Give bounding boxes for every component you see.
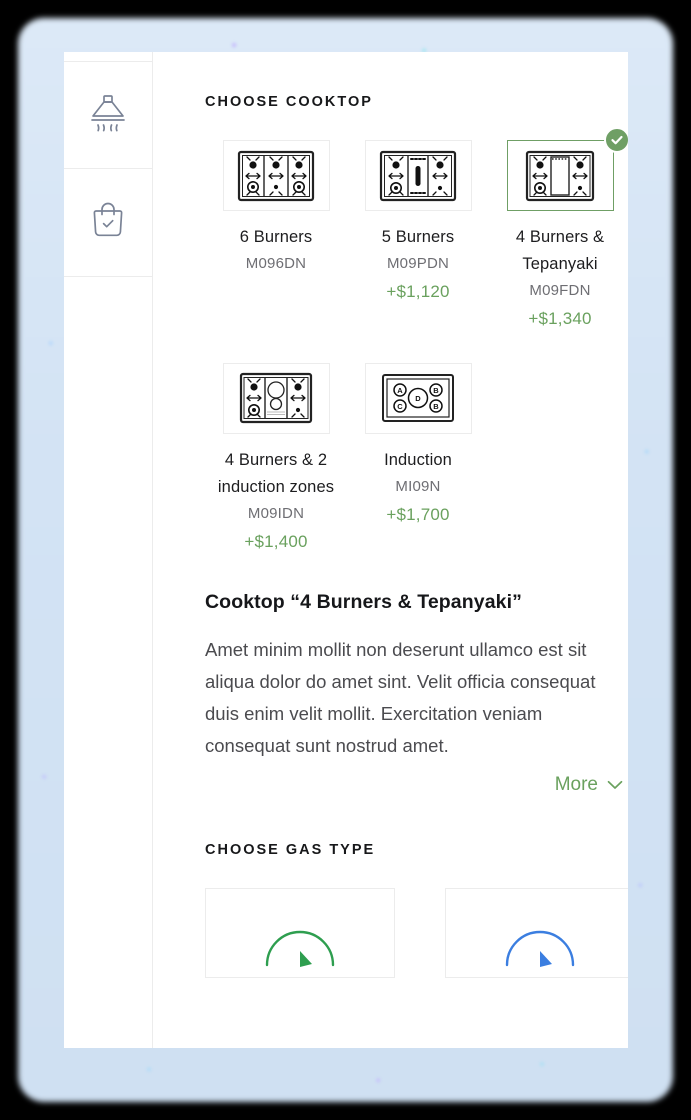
option-name: 5 Burners xyxy=(381,228,455,246)
option-thumbnail xyxy=(364,140,472,211)
option-card-induction[interactable]: A B C D B Induction MI09N +$1,700 xyxy=(347,362,489,562)
option-price: +$1,120 xyxy=(386,282,450,302)
option-card-6-burners[interactable]: 6 Burners M096DN xyxy=(205,140,347,339)
sidebar-item-range-hood[interactable] xyxy=(64,61,152,169)
option-name: 4 Burners & 2 induction zones xyxy=(217,450,335,496)
configurator-page: CHOOSE COOKTOP 6 Burners M096DN 5 Burner… xyxy=(64,52,628,1048)
option-price: +$1,340 xyxy=(528,309,592,329)
option-name: 4 Burners & Tepanyaki xyxy=(515,228,605,274)
option-thumbnail xyxy=(222,362,330,434)
option-price: +$1,700 xyxy=(386,504,450,524)
description-body: Amet minim mollit non deserunt ullamco e… xyxy=(205,639,596,756)
thumb-wrap: A B C D B xyxy=(364,362,472,434)
option-thumbnail: A B C D B xyxy=(364,362,472,434)
cooktop-4burners-2induction-icon xyxy=(239,373,313,424)
option-card-empty xyxy=(489,363,628,562)
option-card-5-burners[interactable]: 5 Burners M09PDN +$1,120 xyxy=(347,140,489,339)
selected-check-badge xyxy=(603,127,628,153)
option-sku: M09FDN xyxy=(529,282,591,300)
cooktop-5-burners-icon xyxy=(379,150,457,201)
cooktop-options-row-2: 4 Burners & 2 induction zones M09IDN +$1… xyxy=(205,362,628,562)
check-icon xyxy=(610,135,623,145)
cooktop-6-burners-icon xyxy=(237,150,315,201)
gas-gauge-green-icon xyxy=(265,930,335,967)
option-thumbnail xyxy=(506,140,614,211)
thumb-wrap xyxy=(222,362,330,434)
gas-gauge-blue-icon xyxy=(505,930,575,967)
more-label: More xyxy=(554,773,598,795)
section-title-gas-type: CHOOSE GAS TYPE xyxy=(205,841,376,858)
option-price: +$1,400 xyxy=(244,532,308,552)
option-sku: M096DN xyxy=(245,255,307,273)
option-card-tepanyaki[interactable]: 4 Burners & Tepanyaki M09FDN +$1,340 xyxy=(489,127,628,339)
cooktop-description: Cooktop “4 Burners & Tepanyaki” Amet min… xyxy=(205,591,628,795)
option-name: Induction xyxy=(384,450,452,469)
gas-option-lpg[interactable] xyxy=(445,887,628,978)
svg-text:C: C xyxy=(397,402,403,411)
chevron-down-icon xyxy=(607,780,623,789)
range-hood-icon xyxy=(85,92,131,139)
more-button[interactable]: More xyxy=(555,774,623,796)
svg-text:B: B xyxy=(433,402,439,411)
cooktop-options-row-1: 6 Burners M096DN 5 Burners M09PDN +$1,12… xyxy=(205,127,628,339)
svg-text:A: A xyxy=(397,386,403,395)
option-sku: MI09N xyxy=(395,477,441,495)
gas-type-section: CHOOSE GAS TYPE xyxy=(205,842,628,978)
option-sku: M09PDN xyxy=(386,255,450,273)
sidebar xyxy=(64,52,153,1048)
option-card-4burners-2induction[interactable]: 4 Burners & 2 induction zones M09IDN +$1… xyxy=(205,362,347,562)
option-name: 6 Burners xyxy=(239,228,313,246)
svg-text:D: D xyxy=(415,394,421,403)
option-sku: M09IDN xyxy=(247,505,305,523)
description-title: Cooktop “4 Burners & Tepanyaki” xyxy=(205,591,522,614)
thumb-wrap xyxy=(222,140,330,211)
sidebar-item-cart[interactable] xyxy=(64,169,152,277)
gas-option-natural[interactable] xyxy=(205,887,395,978)
gas-options xyxy=(205,887,628,978)
shopping-bag-check-icon xyxy=(90,199,126,246)
thumb-wrap xyxy=(364,140,472,211)
cooktop-tepanyaki-icon xyxy=(525,150,595,201)
svg-text:B: B xyxy=(433,386,439,395)
cooktop-induction-icon: A B C D B xyxy=(382,374,454,423)
main-content: CHOOSE COOKTOP 6 Burners M096DN 5 Burner… xyxy=(153,52,628,1048)
option-thumbnail xyxy=(222,140,330,211)
thumb-wrap xyxy=(506,127,628,211)
section-title-cooktop: CHOOSE COOKTOP xyxy=(205,94,373,110)
